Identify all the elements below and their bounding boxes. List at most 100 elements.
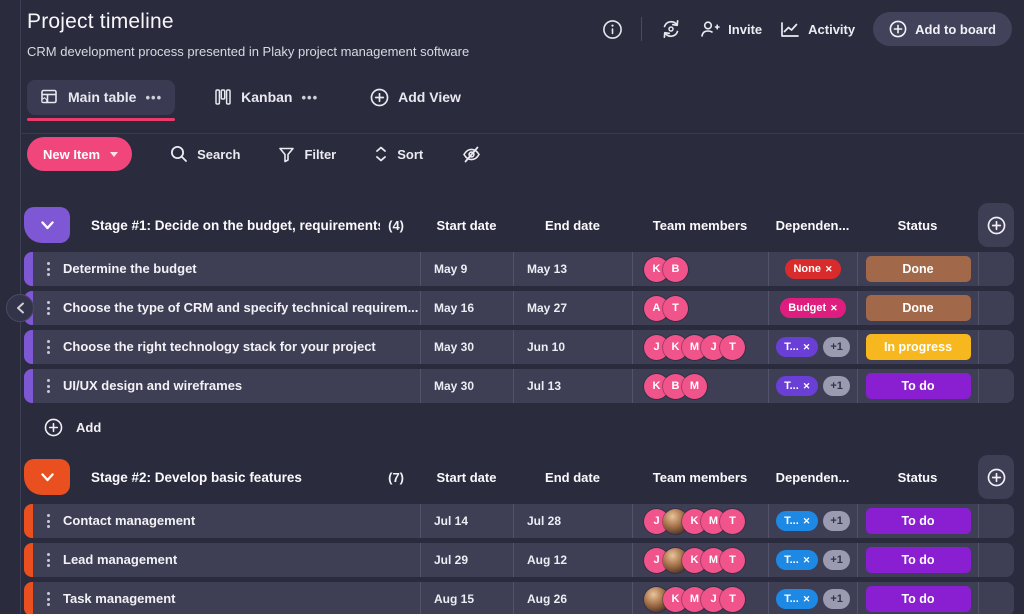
- tab-main-table-menu[interactable]: •••: [145, 90, 162, 105]
- row-menu-button[interactable]: [33, 543, 63, 577]
- add-to-board-button[interactable]: Add to board: [873, 12, 1012, 46]
- info-button[interactable]: [602, 19, 623, 40]
- task-name[interactable]: Lead management: [63, 543, 420, 577]
- dependency-pill[interactable]: T...✕: [776, 376, 818, 396]
- team-members-cell[interactable]: KMJT: [632, 582, 768, 614]
- column-header-team-members[interactable]: Team members: [632, 470, 768, 485]
- dependency-remove-icon[interactable]: ✕: [803, 555, 811, 566]
- activity-button[interactable]: Activity: [780, 21, 855, 38]
- add-item-button[interactable]: Add: [24, 408, 144, 443]
- row-menu-button[interactable]: [33, 252, 63, 286]
- group-collapse-button[interactable]: [24, 207, 70, 243]
- dependency-cell[interactable]: T...✕+1: [768, 369, 857, 403]
- row-menu-button[interactable]: [33, 369, 63, 403]
- row-menu-button[interactable]: [33, 291, 63, 325]
- start-date-cell[interactable]: May 30: [420, 369, 513, 403]
- add-column-button[interactable]: [978, 455, 1014, 499]
- dependency-remove-icon[interactable]: ✕: [803, 342, 811, 353]
- task-name[interactable]: Contact management: [63, 504, 420, 538]
- status-button[interactable]: To do: [866, 586, 971, 612]
- dependency-remove-icon[interactable]: ✕: [803, 381, 811, 392]
- invite-button[interactable]: Invite: [700, 20, 762, 38]
- end-date-cell[interactable]: May 27: [513, 291, 632, 325]
- column-header-dependencies[interactable]: Dependen...: [768, 218, 857, 233]
- end-date-cell[interactable]: May 13: [513, 252, 632, 286]
- dependency-pill[interactable]: Budget✕: [780, 298, 845, 318]
- end-date-cell[interactable]: Jul 13: [513, 369, 632, 403]
- dependency-pill[interactable]: None✕: [785, 259, 840, 279]
- dependency-remove-icon[interactable]: ✕: [825, 264, 833, 275]
- column-header-start-date[interactable]: Start date: [420, 470, 513, 485]
- dependency-extra-count[interactable]: +1: [823, 550, 850, 570]
- start-date-cell[interactable]: May 30: [420, 330, 513, 364]
- status-button[interactable]: Done: [866, 295, 971, 321]
- tab-kanban[interactable]: Kanban •••: [201, 80, 331, 114]
- add-column-button[interactable]: [978, 203, 1014, 247]
- column-header-end-date[interactable]: End date: [513, 218, 632, 233]
- hide-fields-button[interactable]: [461, 145, 482, 164]
- column-header-status[interactable]: Status: [857, 218, 978, 233]
- dependency-extra-count[interactable]: +1: [823, 337, 850, 357]
- start-date-cell[interactable]: May 16: [420, 291, 513, 325]
- start-date-cell[interactable]: Jul 29: [420, 543, 513, 577]
- tab-add-view[interactable]: Add View: [357, 80, 474, 115]
- dependency-pill[interactable]: T...✕: [776, 550, 818, 570]
- end-date-cell[interactable]: Jul 28: [513, 504, 632, 538]
- status-button[interactable]: In progress: [866, 334, 971, 360]
- new-item-button[interactable]: New Item: [27, 137, 132, 171]
- column-header-dependencies[interactable]: Dependen...: [768, 470, 857, 485]
- start-date-cell[interactable]: Jul 14: [420, 504, 513, 538]
- dependency-extra-count[interactable]: +1: [823, 589, 850, 609]
- dependency-cell[interactable]: T...✕+1: [768, 504, 857, 538]
- dependency-cell[interactable]: Budget✕: [768, 291, 857, 325]
- status-button[interactable]: To do: [866, 373, 971, 399]
- column-header-team-members[interactable]: Team members: [632, 218, 768, 233]
- sync-button[interactable]: [660, 18, 682, 40]
- row-menu-button[interactable]: [33, 504, 63, 538]
- dependency-pill[interactable]: T...✕: [776, 511, 818, 531]
- status-button[interactable]: Done: [866, 256, 971, 282]
- dependency-extra-count[interactable]: +1: [823, 511, 850, 531]
- dependency-cell[interactable]: T...✕+1: [768, 582, 857, 614]
- task-name[interactable]: Choose the type of CRM and specify techn…: [63, 291, 420, 325]
- dependency-extra-count[interactable]: +1: [823, 376, 850, 396]
- column-header-status[interactable]: Status: [857, 470, 978, 485]
- tab-kanban-menu[interactable]: •••: [301, 90, 318, 105]
- end-date-cell[interactable]: Aug 26: [513, 582, 632, 614]
- dependency-pill[interactable]: T...✕: [776, 337, 818, 357]
- team-members-cell[interactable]: JKMT: [632, 543, 768, 577]
- start-date-cell[interactable]: May 9: [420, 252, 513, 286]
- dependency-cell[interactable]: T...✕+1: [768, 330, 857, 364]
- new-item-caret-icon[interactable]: [110, 152, 118, 157]
- task-name[interactable]: UI/UX design and wireframes: [63, 369, 420, 403]
- team-members-cell[interactable]: KB: [632, 252, 768, 286]
- dependency-cell[interactable]: None✕: [768, 252, 857, 286]
- row-menu-button[interactable]: [33, 330, 63, 364]
- team-members-cell[interactable]: AT: [632, 291, 768, 325]
- dependency-remove-icon[interactable]: ✕: [803, 516, 811, 527]
- dependency-remove-icon[interactable]: ✕: [830, 303, 838, 314]
- team-members-cell[interactable]: KBM: [632, 369, 768, 403]
- team-members-cell[interactable]: JKMT: [632, 504, 768, 538]
- status-button[interactable]: To do: [866, 547, 971, 573]
- dependency-remove-icon[interactable]: ✕: [803, 594, 811, 605]
- sidebar-collapse-button[interactable]: [6, 294, 34, 322]
- row-menu-button[interactable]: [33, 582, 63, 614]
- dependency-cell[interactable]: T...✕+1: [768, 543, 857, 577]
- status-button[interactable]: To do: [866, 508, 971, 534]
- start-date-cell[interactable]: Aug 15: [420, 582, 513, 614]
- task-name[interactable]: Choose the right technology stack for yo…: [63, 330, 420, 364]
- team-members-cell[interactable]: JKMJT: [632, 330, 768, 364]
- column-header-start-date[interactable]: Start date: [420, 218, 513, 233]
- end-date-cell[interactable]: Jun 10: [513, 330, 632, 364]
- group-collapse-button[interactable]: [24, 459, 70, 495]
- dependency-pill[interactable]: T...✕: [776, 589, 818, 609]
- filter-button[interactable]: Filter: [278, 146, 336, 163]
- search-button[interactable]: Search: [170, 145, 240, 163]
- end-date-cell[interactable]: Aug 12: [513, 543, 632, 577]
- tab-main-table[interactable]: Main table •••: [27, 80, 175, 115]
- task-name[interactable]: Determine the budget: [63, 252, 420, 286]
- task-name[interactable]: Task management: [63, 582, 420, 614]
- sort-button[interactable]: Sort: [374, 145, 423, 163]
- column-header-end-date[interactable]: End date: [513, 470, 632, 485]
